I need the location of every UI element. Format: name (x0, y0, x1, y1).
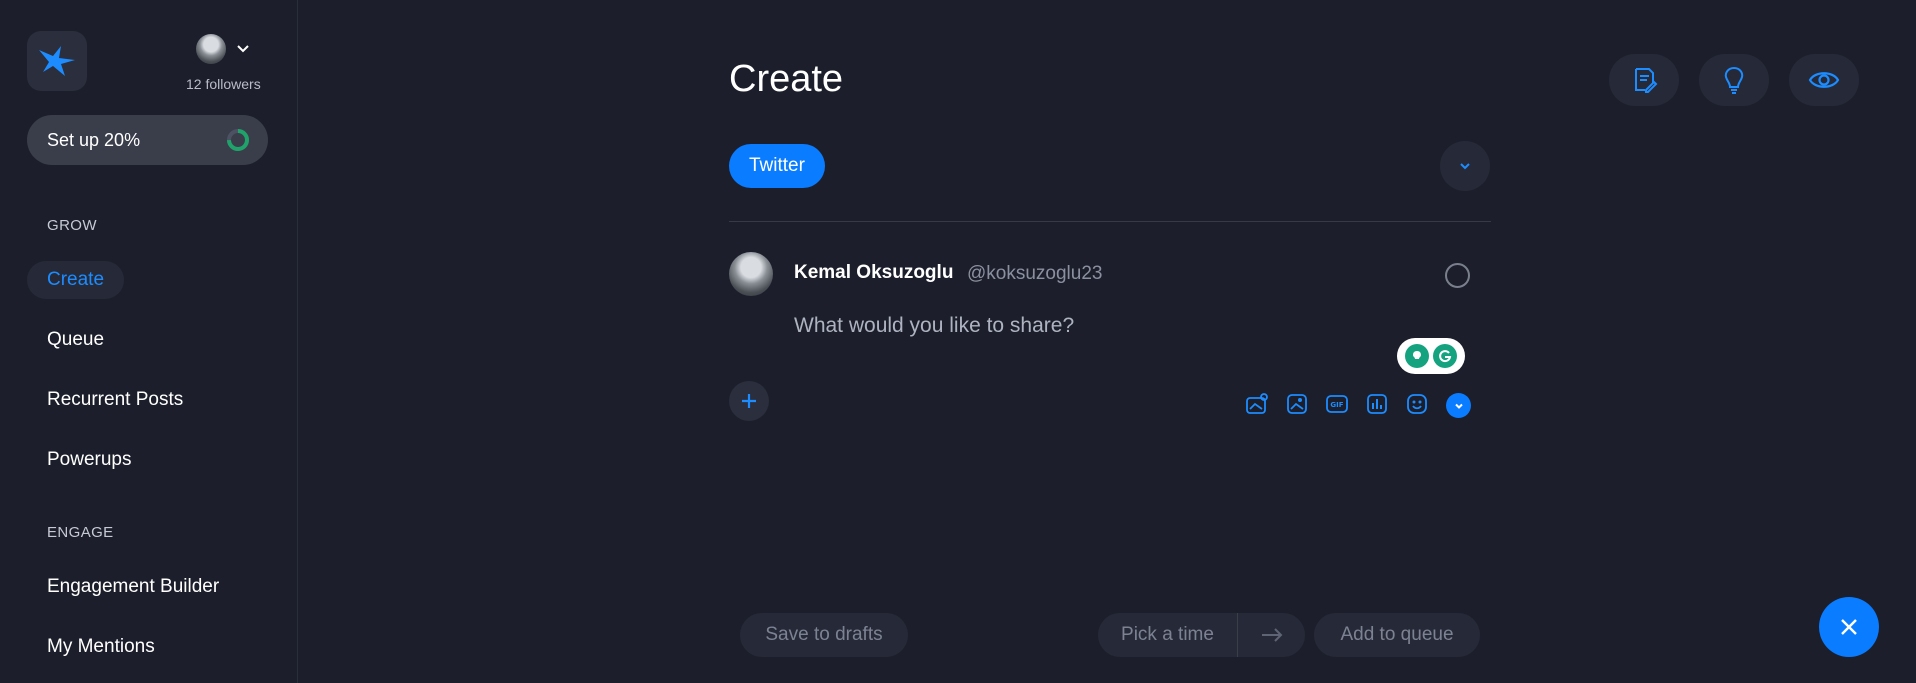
media-library-button[interactable] (1244, 391, 1270, 417)
sidebar-item-create[interactable]: Create (27, 261, 125, 299)
grammarly-assist-icon (1405, 344, 1429, 368)
platform-dropdown-button[interactable] (1440, 141, 1490, 191)
schedule-group: Pick a time (1098, 613, 1305, 657)
save-to-drafts-button[interactable]: Save to drafts (740, 613, 908, 657)
author-handle: @koksuzoglu23 (967, 263, 1103, 284)
post-text-input[interactable]: What would you like to share? (794, 314, 1394, 338)
ideas-button[interactable] (1699, 54, 1769, 106)
chevron-down-icon (1460, 163, 1470, 170)
gif-icon: GIF (1326, 395, 1348, 413)
platform-chip-twitter[interactable]: Twitter (729, 144, 825, 188)
nav-heading-grow: GROW (47, 217, 97, 234)
setup-progress-button[interactable]: Set up 20% (27, 115, 268, 165)
sidebar-item-my-mentions[interactable]: My Mentions (27, 628, 175, 666)
avatar (196, 34, 226, 64)
avatar (729, 252, 773, 296)
gif-button[interactable]: GIF (1324, 391, 1350, 417)
lightbulb-icon (1724, 66, 1744, 94)
app-logo[interactable] (27, 31, 87, 91)
media-library-icon (1246, 393, 1268, 414)
divider (729, 221, 1491, 222)
close-icon (1841, 619, 1857, 635)
close-button[interactable] (1819, 597, 1879, 657)
eye-icon (1808, 72, 1840, 88)
emoji-button[interactable] (1404, 391, 1430, 417)
poll-button[interactable] (1364, 391, 1390, 417)
chevron-down-icon (237, 45, 249, 53)
add-to-queue-button[interactable]: Add to queue (1314, 613, 1480, 657)
grammarly-g-icon (1433, 344, 1457, 368)
emoji-icon (1407, 394, 1427, 414)
grammarly-widget[interactable] (1397, 338, 1465, 374)
notes-icon (1635, 68, 1658, 93)
image-button[interactable] (1284, 391, 1310, 417)
progress-ring-icon (227, 129, 249, 151)
sidebar: 12 followers Set up 20% GROW Create Queu… (0, 0, 298, 683)
image-icon (1287, 394, 1307, 414)
svg-text:GIF: GIF (1330, 401, 1343, 409)
preview-button[interactable] (1789, 54, 1859, 106)
sidebar-item-recurrent-posts[interactable]: Recurrent Posts (27, 381, 203, 419)
account-switcher[interactable]: 12 followers (186, 34, 268, 96)
sidebar-item-engagement-builder[interactable]: Engagement Builder (27, 568, 239, 606)
page-title: Create (729, 58, 844, 100)
more-tools-button[interactable] (1446, 393, 1471, 418)
plus-icon (742, 394, 756, 408)
post-select-radio[interactable] (1445, 263, 1470, 288)
schedule-submit-button[interactable] (1238, 613, 1305, 657)
sidebar-item-queue[interactable]: Queue (27, 321, 124, 359)
setup-label: Set up 20% (47, 129, 141, 150)
pick-time-button[interactable]: Pick a time (1098, 613, 1238, 657)
arrow-right-icon (1261, 628, 1282, 642)
sidebar-item-powerups[interactable]: Powerups (27, 441, 152, 479)
notes-button[interactable] (1609, 54, 1679, 106)
add-thread-button[interactable] (729, 381, 769, 421)
author-name: Kemal Oksuzoglu (794, 262, 954, 283)
poll-icon (1367, 394, 1387, 414)
bird-logo-icon (39, 46, 75, 76)
chevron-down-icon (1454, 403, 1463, 409)
followers-count: 12 followers (186, 76, 261, 92)
nav-heading-engage: ENGAGE (47, 524, 114, 541)
